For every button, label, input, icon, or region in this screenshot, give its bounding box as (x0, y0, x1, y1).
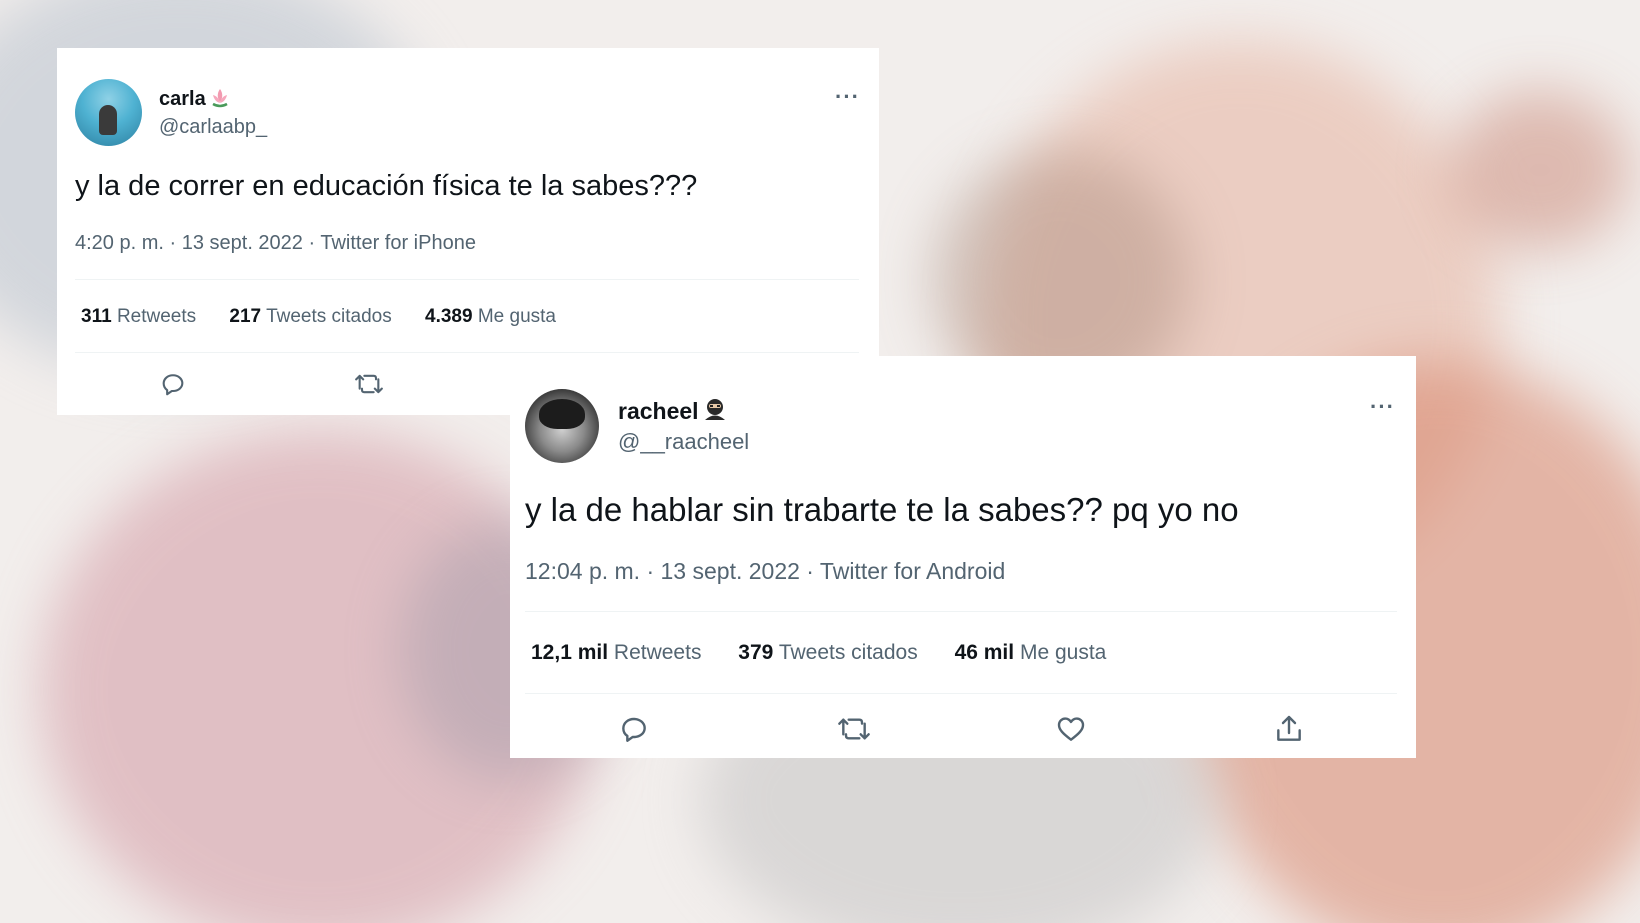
divider (75, 279, 859, 280)
reply-icon[interactable] (159, 370, 187, 398)
retweets-stat[interactable]: 311 Retweets (81, 306, 196, 328)
likes-stat[interactable]: 4.389 Me gusta (425, 306, 556, 328)
avatar[interactable] (75, 79, 142, 146)
tweet-text: y la de hablar sin trabarte te la sabes?… (525, 491, 1239, 528)
display-name[interactable]: carla (159, 86, 231, 114)
retweet-icon[interactable] (353, 370, 385, 398)
tweet-timestamp[interactable]: 12:04 p. m. · 13 sept. 2022 · Twitter fo… (525, 558, 1005, 585)
retweets-stat[interactable]: 12,1 mil Retweets (531, 641, 701, 665)
tweet-timestamp[interactable]: 4:20 p. m. · 13 sept. 2022 · Twitter for… (75, 232, 476, 255)
quotes-stat[interactable]: 217 Tweets citados (229, 306, 391, 328)
share-icon[interactable] (1272, 713, 1306, 745)
divider (525, 693, 1397, 694)
divider (75, 352, 859, 353)
retweet-icon[interactable] (835, 713, 873, 745)
tweet-stats: 12,1 mil Retweets 379 Tweets citados 46 … (531, 641, 1137, 665)
tweet-card: racheel @__raacheel ··· y la de hablar s… (510, 356, 1416, 758)
lotus-emoji-icon (209, 86, 231, 114)
display-name[interactable]: racheel (618, 396, 728, 428)
like-icon[interactable] (1054, 713, 1088, 745)
ninja-emoji-icon (702, 396, 728, 428)
more-options-icon[interactable]: ··· (835, 84, 860, 110)
more-options-icon[interactable]: ··· (1370, 394, 1395, 420)
tweet-text: y la de correr en educación física te la… (75, 170, 698, 202)
user-handle[interactable]: @carlaabp_ (159, 116, 267, 139)
tweet-stats: 311 Retweets 217 Tweets citados 4.389 Me… (81, 306, 584, 328)
avatar[interactable] (525, 389, 599, 463)
divider (525, 611, 1397, 612)
likes-stat[interactable]: 46 mil Me gusta (955, 641, 1107, 665)
photo-region (1450, 90, 1630, 250)
quotes-stat[interactable]: 379 Tweets citados (738, 641, 917, 665)
user-handle[interactable]: @__raacheel (618, 429, 749, 455)
reply-icon[interactable] (618, 713, 650, 745)
